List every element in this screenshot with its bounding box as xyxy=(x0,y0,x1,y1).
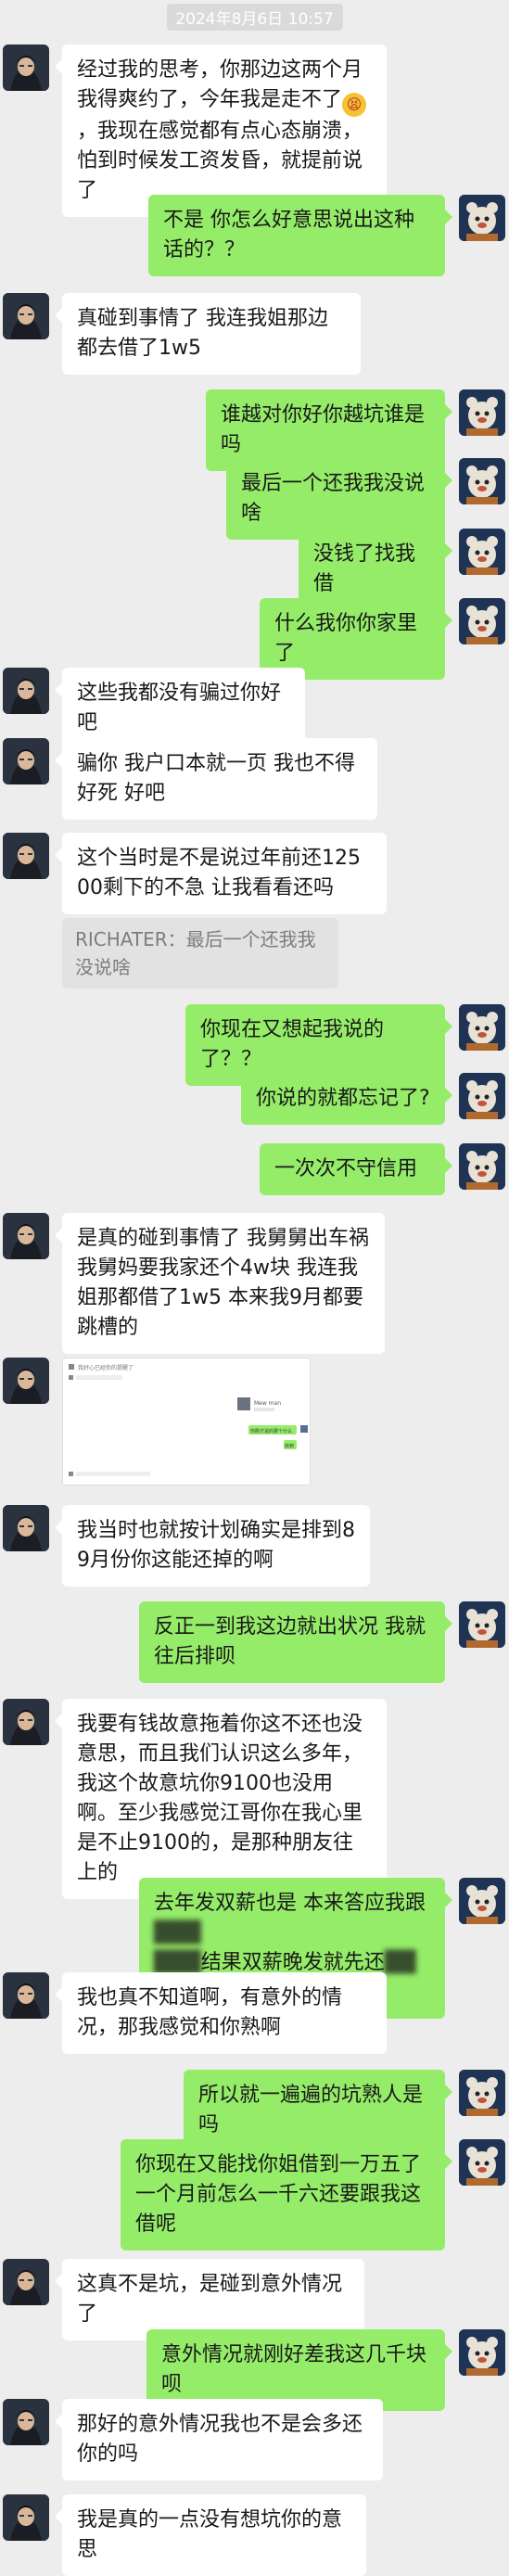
anime-character-avatar xyxy=(3,738,49,784)
anime-character-avatar xyxy=(3,668,49,714)
redacted-text: ███ xyxy=(154,1921,201,1945)
message-bubble[interactable]: 真碰到事情了 我连我姐那边都去借了1w5 xyxy=(55,293,361,375)
cartoon-mascot-avatar xyxy=(459,598,505,644)
self-avatar[interactable] xyxy=(459,1143,505,1190)
cartoon-mascot-avatar xyxy=(459,529,505,575)
cartoon-mascot-avatar xyxy=(459,458,505,504)
anime-character-avatar xyxy=(3,833,49,879)
message-bubble[interactable]: 我当时也就按计划确实是排到8 9月份你这能还掉的啊 xyxy=(55,1505,370,1587)
anime-character-avatar xyxy=(3,293,49,339)
cartoon-mascot-avatar xyxy=(459,1004,505,1051)
cartoon-mascot-avatar xyxy=(459,1143,505,1190)
image-green-line: 你刚才说的那个什么 xyxy=(250,1428,292,1435)
cartoon-mascot-avatar xyxy=(459,2070,505,2116)
message-bubble[interactable]: 一次次不守信用 xyxy=(260,1143,452,1195)
other-avatar[interactable] xyxy=(3,2259,49,2305)
message-text: ，我现在感觉都有点心态崩溃，怕到时候发工资发昏，就提前说了 xyxy=(77,120,363,202)
cartoon-mascot-avatar xyxy=(459,1073,505,1119)
self-avatar[interactable] xyxy=(459,195,505,241)
message-bubble[interactable]: 我是真的一点没有想坑你的意思 xyxy=(55,2494,366,2576)
anime-character-avatar xyxy=(3,2259,49,2305)
chat-window: 2024年8月6日 10:57 经过我的思考，你那边这两个月我得爽约了，今年我是… xyxy=(0,0,509,2576)
message-bubble[interactable]: 你现在又能找你姐借到一万五了 一个月前怎么一千六还要跟我这借呢 xyxy=(121,2139,452,2251)
redacted-text: ███ xyxy=(154,1951,201,1974)
cartoon-mascot-avatar xyxy=(459,389,505,436)
message-bubble[interactable]: 这些我都没有骗过你好吧 xyxy=(55,668,305,749)
other-avatar[interactable] xyxy=(3,833,49,879)
message-bubble[interactable]: 最后一个还我我没说啥 xyxy=(226,458,452,540)
other-avatar[interactable] xyxy=(3,668,49,714)
message-bubble[interactable]: 经过我的思考，你那边这两个月我得爽约了，今年我是走不了 😫 ，我现在感觉都有点心态崩… xyxy=(55,45,387,217)
chat-screenshot-preview: 我好心已经你的提醒了 Mew man 你刚才说的那个什么 收到 xyxy=(63,1358,310,1485)
cartoon-mascot-avatar xyxy=(459,2139,505,2186)
anime-character-avatar xyxy=(3,2494,49,2541)
self-avatar[interactable] xyxy=(459,1004,505,1051)
message-bubble[interactable]: 不是 你怎么好意思说出这种话的？？ xyxy=(148,195,452,276)
self-avatar[interactable] xyxy=(459,2139,505,2186)
other-avatar[interactable] xyxy=(3,2399,49,2445)
other-avatar[interactable] xyxy=(3,1213,49,1259)
self-avatar[interactable] xyxy=(459,2329,505,2376)
other-avatar[interactable] xyxy=(3,1972,49,2019)
quoted-reply[interactable]: RICHATER：最后一个还我我没说啥 xyxy=(62,918,338,988)
anime-character-avatar xyxy=(3,1505,49,1551)
other-avatar[interactable] xyxy=(3,2494,49,2541)
message-text: 经过我的思考，你那边这两个月我得爽约了，今年我是走不了 xyxy=(77,58,363,111)
other-avatar[interactable] xyxy=(3,738,49,784)
message-bubble[interactable]: 骗你 我户口本就一页 我也不得好死 好吧 xyxy=(55,738,377,820)
cartoon-mascot-avatar xyxy=(459,1878,505,1924)
message-bubble[interactable]: 反正一到我这边就出状况 我就往后排呗 xyxy=(139,1601,452,1683)
cartoon-mascot-avatar xyxy=(459,2329,505,2376)
self-avatar[interactable] xyxy=(459,1073,505,1119)
message-bubble[interactable]: 是真的碰到事情了 我舅舅出车祸 我舅妈要我家还个4w块 我连我姐那都借了1w5 … xyxy=(55,1213,385,1354)
anime-character-avatar xyxy=(3,2399,49,2445)
cartoon-mascot-avatar xyxy=(459,1601,505,1648)
message-bubble[interactable]: 我也真不知道啊，有意外的情况，那我感觉和你熟啊 xyxy=(55,1972,387,2054)
message-bubble[interactable]: 我要有钱故意拖着你这不还也没意思，而且我们认识这么多年，我这个故意坑你9100也… xyxy=(55,1699,387,1899)
self-avatar[interactable] xyxy=(459,1601,505,1648)
chat-screenshot-image[interactable]: 我好心已经你的提醒了 Mew man 你刚才说的那个什么 收到 xyxy=(62,1358,311,1486)
image-top-line: 我好心已经你的提醒了 xyxy=(78,1364,134,1371)
anime-character-avatar xyxy=(3,1213,49,1259)
self-avatar[interactable] xyxy=(459,1878,505,1924)
other-avatar[interactable] xyxy=(3,293,49,339)
message-bubble[interactable]: 你说的就都忘记了? xyxy=(241,1073,452,1125)
image-green-short: 收到 xyxy=(285,1443,294,1449)
other-avatar[interactable] xyxy=(3,45,49,91)
anime-character-avatar xyxy=(3,1358,49,1404)
self-avatar[interactable] xyxy=(459,529,505,575)
self-avatar[interactable] xyxy=(459,598,505,644)
anime-character-avatar xyxy=(3,1972,49,2019)
message-bubble[interactable]: 那好的意外情况我也不是会多还你的吗 xyxy=(55,2399,383,2480)
anime-character-avatar xyxy=(3,1699,49,1745)
other-avatar[interactable] xyxy=(3,1505,49,1551)
message-bubble[interactable]: 这真不是坑，是碰到意外情况了 xyxy=(55,2259,364,2340)
self-avatar[interactable] xyxy=(459,389,505,436)
other-avatar[interactable] xyxy=(3,1699,49,1745)
cartoon-mascot-avatar xyxy=(459,195,505,241)
image-bubble-name: Mew man xyxy=(254,1400,281,1407)
other-avatar[interactable] xyxy=(3,1358,49,1404)
message-bubble[interactable]: 这个当时是不是说过年前还12500剩下的不急 让我看看还吗 xyxy=(55,833,387,914)
self-avatar[interactable] xyxy=(459,2070,505,2116)
message-text: 去年发双薪也是 本来答应我跟 xyxy=(154,1892,426,1915)
tired-face-emoji: 😫 xyxy=(342,93,367,117)
timestamp: 2024年8月6日 10:57 xyxy=(166,4,343,31)
anime-character-avatar xyxy=(3,45,49,91)
message-text: 结果双薪晚发就先还 xyxy=(200,1951,385,1974)
self-avatar[interactable] xyxy=(459,458,505,504)
